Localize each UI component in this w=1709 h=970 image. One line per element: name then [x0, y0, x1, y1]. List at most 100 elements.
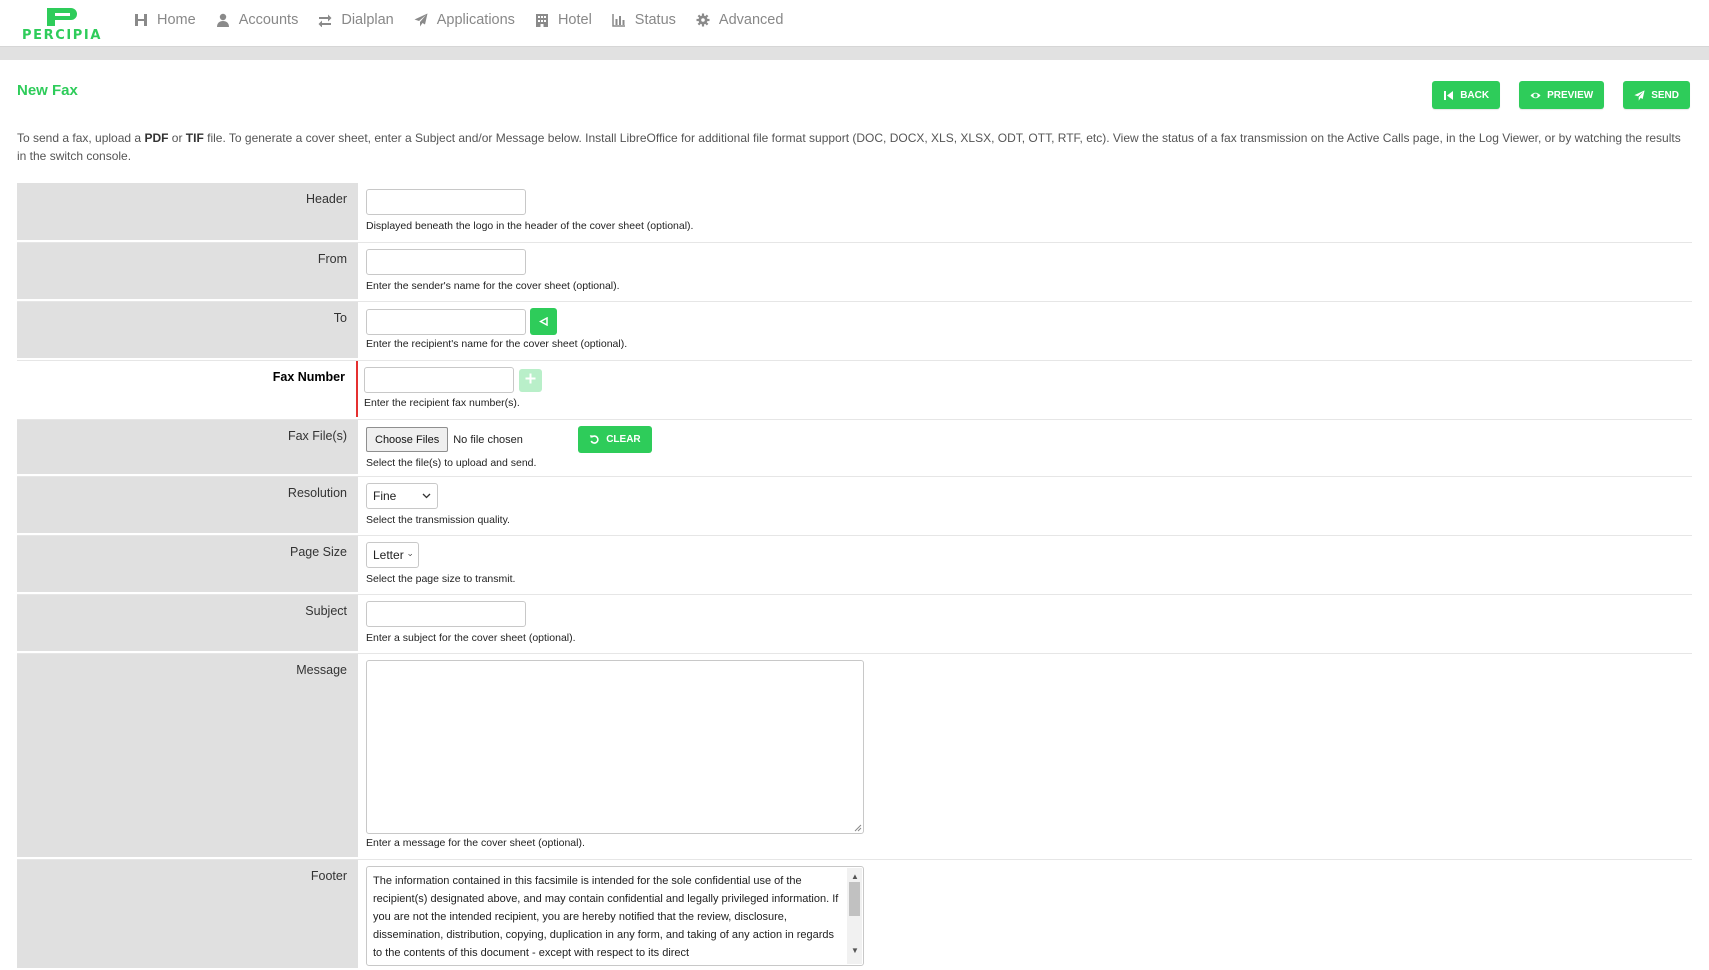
- fax-files-label: Fax File(s): [17, 420, 358, 474]
- header-label: Header: [17, 183, 358, 240]
- page-size-select[interactable]: Letter: [366, 542, 419, 568]
- form-row-fax-files: Fax File(s) Choose Files No file chosen …: [17, 420, 1692, 477]
- footer-scrollbar[interactable]: ▲ ▼: [847, 868, 862, 964]
- form-row-message: Message Enter a message for the cover sh…: [17, 654, 1692, 860]
- send-button[interactable]: SEND: [1623, 81, 1690, 109]
- fax-files-input-group: Choose Files No file chosen CLEAR: [366, 426, 1692, 453]
- resize-handle-icon[interactable]: [854, 824, 862, 832]
- to-description: Enter the recipient's name for the cover…: [366, 338, 628, 350]
- header-field-cell: Displayed beneath the logo in the header…: [358, 183, 1692, 242]
- resolution-field-cell: Fine Select the transmission quality.: [358, 477, 1692, 535]
- to-label: To: [17, 302, 358, 358]
- undo-icon: [589, 434, 600, 445]
- fax-number-description: Enter the recipient fax number(s).: [364, 397, 520, 409]
- form-row-header: Header Displayed beneath the logo in the…: [17, 183, 1692, 243]
- message-textarea[interactable]: [366, 660, 864, 834]
- fax-number-label: Fax Number: [17, 361, 358, 417]
- page-size-description: Select the page size to transmit.: [366, 573, 516, 585]
- resolution-selected-value: Fine: [373, 489, 397, 503]
- fax-files-field-cell: Choose Files No file chosen CLEAR Select…: [358, 420, 1692, 476]
- from-label: From: [17, 243, 358, 299]
- brand-wordmark: PERCIPIA: [21, 28, 103, 43]
- scroll-down-arrow-icon[interactable]: ▼: [851, 942, 859, 960]
- form-row-subject: Subject Enter a subject for the cover sh…: [17, 595, 1692, 654]
- resolution-select[interactable]: Fine: [366, 483, 438, 509]
- paper-plane-icon: [414, 13, 428, 27]
- intro-text-part: or: [168, 131, 186, 145]
- intro-pdf: PDF: [144, 131, 169, 145]
- action-buttons: BACK PREVIEW SEND: [1432, 81, 1690, 109]
- from-description: Enter the sender's name for the cover sh…: [366, 280, 620, 292]
- choose-files-button[interactable]: Choose Files: [366, 427, 449, 452]
- add-fax-number-button[interactable]: [519, 368, 542, 392]
- send-button-label: SEND: [1651, 89, 1679, 101]
- logo-p-mark-icon: [47, 8, 77, 26]
- fax-number-input-group: [364, 367, 1692, 393]
- nav-dialplan[interactable]: Dialplan: [308, 0, 403, 40]
- page-title: New Fax: [17, 82, 78, 99]
- top-navbar: PERCIPIA Home Accounts Dialplan Applicat…: [0, 0, 1709, 47]
- to-action-button[interactable]: [530, 308, 557, 335]
- back-button-label: BACK: [1460, 89, 1490, 101]
- clear-files-button[interactable]: CLEAR: [578, 426, 652, 453]
- intro-text: To send a fax, upload a PDF or TIF file.…: [17, 129, 1692, 165]
- page-size-field-cell: Letter Select the page size to transmit.: [358, 536, 1692, 594]
- chevron-down-icon: [407, 553, 412, 557]
- building-icon: [535, 13, 549, 27]
- plus-icon: [525, 371, 536, 389]
- to-field-cell: Enter the recipient's name for the cover…: [358, 302, 1692, 360]
- nav-accounts[interactable]: Accounts: [206, 0, 309, 40]
- subject-field-cell: Enter a subject for the cover sheet (opt…: [358, 595, 1692, 653]
- nav-hotel[interactable]: Hotel: [525, 0, 602, 40]
- header-description: Displayed beneath the logo in the header…: [366, 220, 694, 232]
- form-row-from: From Enter the sender's name for the cov…: [17, 243, 1692, 302]
- preview-button[interactable]: PREVIEW: [1519, 81, 1605, 109]
- file-status-text: No file chosen: [453, 433, 523, 446]
- nav-applications-label: Applications: [436, 12, 515, 28]
- intro-tif: TIF: [185, 131, 204, 145]
- nav-dialplan-label: Dialplan: [341, 12, 394, 28]
- intro-text-part: file. To generate a cover sheet, enter a…: [17, 131, 1681, 163]
- fax-form: Header Displayed beneath the logo in the…: [17, 183, 1692, 970]
- form-row-to: To Enter the recipient's name for the co…: [17, 302, 1692, 361]
- fax-number-input[interactable]: [364, 367, 514, 393]
- back-step-icon: [1443, 90, 1454, 101]
- main-nav: Home Accounts Dialplan Applications Hote…: [124, 0, 793, 40]
- nav-status-label: Status: [634, 12, 676, 28]
- scrollbar-thumb[interactable]: [849, 882, 860, 916]
- paper-plane-icon: [1634, 89, 1645, 101]
- percipia-logo[interactable]: PERCIPIA: [10, 6, 114, 43]
- nav-hotel-label: Hotel: [557, 12, 592, 28]
- from-input[interactable]: [366, 249, 526, 275]
- intro-text-part: To send a fax, upload a: [17, 131, 145, 145]
- exchange-arrows-icon: [318, 13, 332, 27]
- preview-button-label: PREVIEW: [1547, 89, 1594, 101]
- gear-icon: [696, 13, 710, 27]
- bar-chart-icon: [612, 13, 626, 27]
- message-description: Enter a message for the cover sheet (opt…: [366, 837, 585, 849]
- subject-input[interactable]: [366, 601, 526, 627]
- message-field-cell: Enter a message for the cover sheet (opt…: [358, 654, 1692, 859]
- to-input-group: [366, 308, 1692, 335]
- nav-divider-band: [0, 47, 1709, 60]
- footer-text: The information contained in this facsim…: [373, 875, 839, 959]
- header-input[interactable]: [366, 189, 526, 215]
- chevron-down-icon: [422, 493, 431, 499]
- user-icon: [216, 13, 230, 27]
- form-row-fax-number: Fax Number Enter the recipient fax numbe…: [17, 361, 1692, 420]
- footer-textarea[interactable]: The information contained in this facsim…: [366, 866, 864, 966]
- to-input[interactable]: [366, 308, 526, 335]
- nav-applications[interactable]: Applications: [404, 0, 525, 40]
- form-row-page-size: Page Size Letter Select the page size to…: [17, 536, 1692, 595]
- message-label: Message: [17, 654, 358, 857]
- fax-number-field-cell: Enter the recipient fax number(s).: [358, 361, 1692, 419]
- nav-status[interactable]: Status: [602, 0, 686, 40]
- subject-label: Subject: [17, 595, 358, 651]
- nav-accounts-label: Accounts: [238, 12, 299, 28]
- home-icon: [134, 13, 148, 27]
- subject-description: Enter a subject for the cover sheet (opt…: [366, 632, 576, 644]
- nav-home[interactable]: Home: [124, 0, 206, 40]
- from-field-cell: Enter the sender's name for the cover sh…: [358, 243, 1692, 301]
- nav-advanced[interactable]: Advanced: [686, 0, 794, 40]
- back-button[interactable]: BACK: [1432, 81, 1501, 109]
